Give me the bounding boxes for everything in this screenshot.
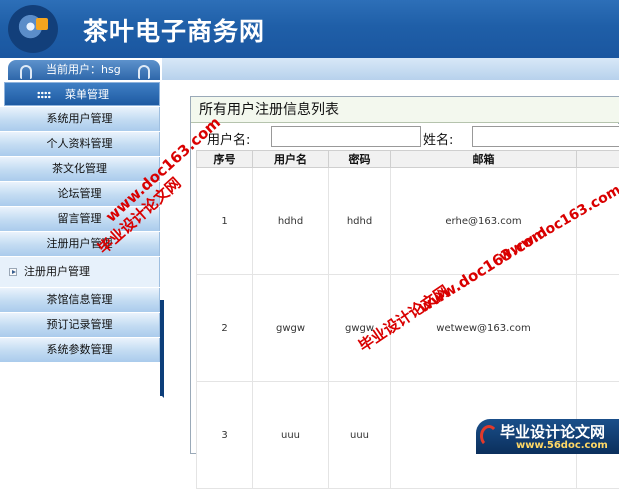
- name-label: 姓名:: [423, 129, 453, 148]
- badge-title: 毕业设计论文网: [500, 421, 605, 442]
- cell-index: 2: [197, 275, 253, 382]
- sidebar-divider[interactable]: [160, 300, 164, 396]
- cell-index: 1: [197, 168, 253, 275]
- sidebar-item-label: 注册用户管理: [24, 265, 90, 278]
- sidebar-item-tea-culture[interactable]: 茶文化管理: [0, 157, 160, 181]
- sidebar-item-teahouse-info[interactable]: 茶馆信息管理: [0, 288, 160, 312]
- table-row: 2 gwgw gwgw wetwew@163.com: [197, 275, 619, 382]
- binder-ring-icon: [138, 65, 150, 79]
- sidebar-item-system-users[interactable]: 系统用户管理: [0, 107, 160, 131]
- sidebar-item-profile[interactable]: 个人资料管理: [0, 132, 160, 156]
- cell-password: hdhd: [329, 168, 391, 275]
- site-logo-icon: [8, 5, 58, 53]
- current-user-label: 当前用户：hsg: [46, 63, 121, 76]
- sidebar-item-registered-users-active[interactable]: 注册用户管理: [0, 257, 160, 287]
- cell-empty: [577, 168, 619, 275]
- cell-empty: [577, 275, 619, 382]
- sidebar-item-system-params[interactable]: 系统参数管理: [0, 338, 160, 362]
- cell-email: erhe@163.com: [391, 168, 577, 275]
- watermark-badge: 毕业设计论文网 www.56doc.com: [476, 419, 619, 454]
- swoosh-logo-icon: [480, 425, 498, 447]
- sidebar-item-messages[interactable]: 留言管理: [0, 207, 160, 231]
- cell-email: wetwew@163.com: [391, 275, 577, 382]
- column-header-email: 邮箱: [391, 151, 577, 168]
- cell-password: gwgw: [329, 275, 391, 382]
- badge-url: www.56doc.com: [516, 440, 608, 451]
- sidebar: 当前用户：hsg 菜单管理 系统用户管理 个人资料管理 茶文化管理 论坛管理 留…: [0, 58, 162, 454]
- table-header-row: 序号 用户名 密码 邮箱: [197, 151, 619, 168]
- menu-title: 菜单管理: [65, 88, 109, 101]
- grid-icon: [37, 91, 51, 99]
- table-row: 1 hdhd hdhd erhe@163.com: [197, 168, 619, 275]
- page-title: 所有用户注册信息列表: [191, 97, 619, 123]
- arrow-right-icon: [9, 268, 17, 276]
- cell-index: 3: [197, 382, 253, 489]
- menu-header: 菜单管理: [4, 82, 160, 106]
- column-header-username: 用户名: [253, 151, 329, 168]
- column-header-empty: [577, 151, 619, 168]
- sidebar-item-booking-records[interactable]: 预订记录管理: [0, 313, 160, 337]
- current-user-tab: 当前用户：hsg: [8, 60, 160, 80]
- search-bar: 用户名: 姓名:: [191, 124, 619, 150]
- username-label: 用户名:: [207, 129, 250, 148]
- sidebar-item-forum[interactable]: 论坛管理: [0, 182, 160, 206]
- cell-password: uuu: [329, 382, 391, 489]
- column-header-index: 序号: [197, 151, 253, 168]
- app-header: 茶叶电子商务网: [0, 0, 619, 58]
- cell-username: uuu: [253, 382, 329, 489]
- collapse-arrow-icon[interactable]: [160, 390, 164, 398]
- menu-list: 系统用户管理 个人资料管理 茶文化管理 论坛管理 留言管理 注册用户管理 注册用…: [0, 107, 160, 363]
- binder-ring-icon: [20, 65, 32, 79]
- cell-username: gwgw: [253, 275, 329, 382]
- name-search-input[interactable]: [472, 126, 619, 147]
- site-title: 茶叶电子商务网: [83, 12, 265, 48]
- main-content: 所有用户注册信息列表 用户名: 姓名: 序号 用户名 密码 邮箱 1 hdhd …: [190, 96, 619, 454]
- logo-accent-icon: [36, 18, 48, 30]
- sidebar-item-registered-users[interactable]: 注册用户管理: [0, 232, 160, 256]
- username-search-input[interactable]: [271, 126, 421, 147]
- cell-username: hdhd: [253, 168, 329, 275]
- column-header-password: 密码: [329, 151, 391, 168]
